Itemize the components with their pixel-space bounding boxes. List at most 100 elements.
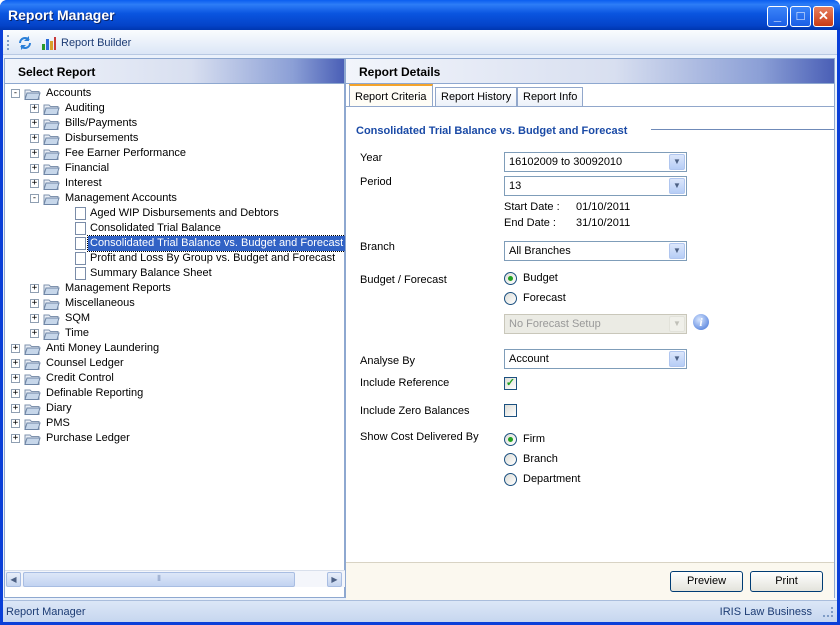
print-button[interactable]: Print [750,571,823,592]
maximize-button[interactable]: □ [790,6,811,27]
branch-radio[interactable] [504,453,517,466]
tree-node[interactable]: Summary Balance Sheet [5,266,345,281]
report-builder-icon[interactable] [41,35,57,51]
chevron-down-icon[interactable]: ▼ [669,351,685,367]
horizontal-scrollbar[interactable]: ◀ ⦀ ▶ [5,570,345,587]
close-button[interactable]: ✕ [813,6,834,27]
tree-node-label[interactable]: Consolidated Trial Balance vs. Budget an… [86,235,345,252]
expand-icon[interactable]: + [30,314,39,323]
tree-node[interactable]: + Miscellaneous [5,296,345,311]
tree-node-label[interactable]: Financial [63,161,111,176]
tree-node[interactable]: + Interest [5,176,345,191]
year-select[interactable]: 16102009 to 30092010 ▼ [504,152,687,172]
tree-node[interactable]: + Fee Earner Performance [5,146,345,161]
tree-node[interactable]: + Management Reports [5,281,345,296]
tree-node-label[interactable]: Management Reports [63,281,173,296]
tree-node-label[interactable]: Aged WIP Disbursements and Debtors [88,206,281,221]
tree-node[interactable]: + Auditing [5,101,345,116]
tree-node[interactable]: + Diary [5,401,345,416]
tree-node-label[interactable]: Counsel Ledger [44,356,126,371]
refresh-icon[interactable] [17,35,33,51]
tree-node[interactable]: + Purchase Ledger [5,431,345,446]
tree-node-label[interactable]: SQM [63,311,92,326]
info-icon[interactable]: i [693,314,709,330]
tree-node-label[interactable]: Bills/Payments [63,116,139,131]
tree-node[interactable]: + Counsel Ledger [5,356,345,371]
department-radio[interactable] [504,473,517,486]
toolbar-grip[interactable] [7,35,9,50]
tree-node[interactable]: + PMS [5,416,345,431]
expand-icon[interactable]: + [11,374,20,383]
collapse-icon[interactable]: - [11,89,20,98]
tree-node-label[interactable]: Definable Reporting [44,386,145,401]
tree-node[interactable]: + SQM [5,311,345,326]
tree-node-label[interactable]: Time [63,326,91,341]
tree-node-label[interactable]: Purchase Ledger [44,431,132,446]
tree-node[interactable]: + Anti Money Laundering [5,341,345,356]
expand-icon[interactable]: + [11,389,20,398]
expand-icon[interactable]: + [30,299,39,308]
analyse-by-select[interactable]: Account ▼ [504,349,687,369]
tree-node[interactable]: - Management Accounts [5,191,345,206]
minimize-button[interactable]: _ [767,6,788,27]
tab-report-history[interactable]: Report History [435,87,518,106]
budget-radio[interactable] [504,272,517,285]
tree-node-label[interactable]: Auditing [63,101,107,116]
preview-button[interactable]: Preview [670,571,743,592]
tree-node-label[interactable]: Miscellaneous [63,296,137,311]
expand-icon[interactable]: + [30,164,39,173]
tree-node[interactable]: + Disbursements [5,131,345,146]
tab-report-criteria[interactable]: Report Criteria [349,84,433,106]
tree-node[interactable]: + Definable Reporting [5,386,345,401]
collapse-icon[interactable]: - [30,194,39,203]
tree-node-label[interactable]: Disbursements [63,131,140,146]
include-reference-checkbox[interactable]: ✓ [504,377,517,390]
tree-node[interactable]: + Financial [5,161,345,176]
expand-icon[interactable]: + [30,329,39,338]
tab-report-info[interactable]: Report Info [517,87,584,106]
period-select[interactable]: 13 ▼ [504,176,687,196]
expand-icon[interactable]: + [30,119,39,128]
tree-node-label[interactable]: Accounts [44,86,93,101]
chevron-down-icon[interactable]: ▼ [669,243,685,259]
tree-node[interactable]: Consolidated Trial Balance vs. Budget an… [5,235,345,252]
chevron-down-icon[interactable]: ▼ [669,178,685,194]
forecast-radio-label[interactable]: Forecast [523,292,566,304]
tree-node[interactable]: Profit and Loss By Group vs. Budget and … [5,251,345,266]
title-bar[interactable]: Report Manager _ □ ✕ [0,0,840,30]
expand-icon[interactable]: + [30,104,39,113]
chevron-down-icon[interactable]: ▼ [669,154,685,170]
tree-node-label[interactable]: Credit Control [44,371,116,386]
budget-radio-label[interactable]: Budget [523,272,558,284]
scroll-left-button[interactable]: ◀ [6,572,21,587]
expand-icon[interactable]: + [11,404,20,413]
tree-node-label[interactable]: Summary Balance Sheet [88,266,214,281]
tree-node-label[interactable]: Interest [63,176,104,191]
tree-node-label[interactable]: Profit and Loss By Group vs. Budget and … [88,251,337,266]
branch-radio-label[interactable]: Branch [523,453,558,465]
expand-icon[interactable]: + [11,344,20,353]
report-tree[interactable]: - Accounts + Auditing + Bills/Payments + Disbur… [5,84,345,580]
include-zero-balances-checkbox[interactable] [504,404,517,417]
expand-icon[interactable]: + [30,134,39,143]
tree-node[interactable]: Aged WIP Disbursements and Debtors [5,206,345,221]
expand-icon[interactable]: + [11,359,20,368]
branch-select[interactable]: All Branches ▼ [504,241,687,261]
tree-node-label[interactable]: PMS [44,416,72,431]
resize-grip[interactable] [823,607,833,617]
expand-icon[interactable]: + [11,434,20,443]
firm-radio[interactable] [504,433,517,446]
tree-node[interactable]: Consolidated Trial Balance [5,221,345,236]
tree-node[interactable]: - Accounts [5,86,345,101]
tree-node-label[interactable]: Fee Earner Performance [63,146,188,161]
scroll-thumb[interactable]: ⦀ [23,572,295,587]
tree-node-label[interactable]: Anti Money Laundering [44,341,161,356]
scroll-right-button[interactable]: ▶ [327,572,342,587]
tree-node[interactable]: + Bills/Payments [5,116,345,131]
expand-icon[interactable]: + [30,149,39,158]
tree-node-label[interactable]: Diary [44,401,74,416]
tree-node[interactable]: + Credit Control [5,371,345,386]
tree-node-label[interactable]: Consolidated Trial Balance [88,221,223,236]
expand-icon[interactable]: + [30,179,39,188]
tree-node-label[interactable]: Management Accounts [63,191,179,206]
